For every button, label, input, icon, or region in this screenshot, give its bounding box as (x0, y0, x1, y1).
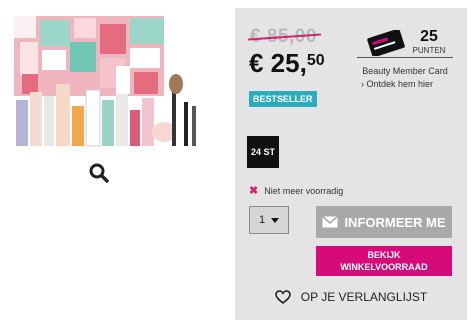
x-icon: ✖ (249, 185, 259, 197)
product-image-area (0, 0, 232, 320)
divider (357, 57, 453, 58)
envelope-icon (322, 216, 339, 228)
member-card-title: Beauty Member Card (362, 66, 448, 76)
points-count: 25 (420, 28, 438, 45)
stock-status: ✖ Niet meer voorradig (249, 184, 343, 197)
quantity-value: 1 (258, 214, 266, 226)
bestseller-badge: BESTSELLER (249, 91, 317, 107)
quantity-select[interactable]: 1 (249, 206, 289, 234)
store-stock-label-1: BEKIJK (367, 250, 401, 260)
product-image[interactable] (6, 14, 206, 154)
points-label: PUNTEN (412, 46, 446, 55)
store-stock-button[interactable]: BEKIJK WINKELVOORRAAD (316, 246, 452, 276)
chevron-down-icon (271, 217, 280, 223)
discover-card-link[interactable]: › Ontdek hem hier (361, 79, 433, 89)
wishlist-label: OP JE VERLANGLIJST (300, 290, 428, 304)
store-stock-label-2: WINKELVOORRAAD (340, 262, 428, 272)
heart-icon (274, 290, 291, 304)
stock-status-text: Niet meer voorradig (264, 185, 344, 196)
wishlist-button[interactable]: OP JE VERLANGLIJST (235, 290, 467, 304)
inform-me-label: INFORMEER ME (344, 214, 446, 230)
inform-me-button[interactable]: INFORMEER ME (316, 206, 452, 238)
old-price: € 85,00 (248, 26, 321, 48)
member-card-icon (367, 30, 405, 56)
purchase-panel: € 85,00 € 25,50 25 PUNTEN Beauty Member … (235, 8, 467, 320)
size-option[interactable]: 24 ST (247, 136, 279, 168)
zoom-icon[interactable] (88, 162, 110, 184)
new-price: € 25,50 (249, 48, 325, 78)
